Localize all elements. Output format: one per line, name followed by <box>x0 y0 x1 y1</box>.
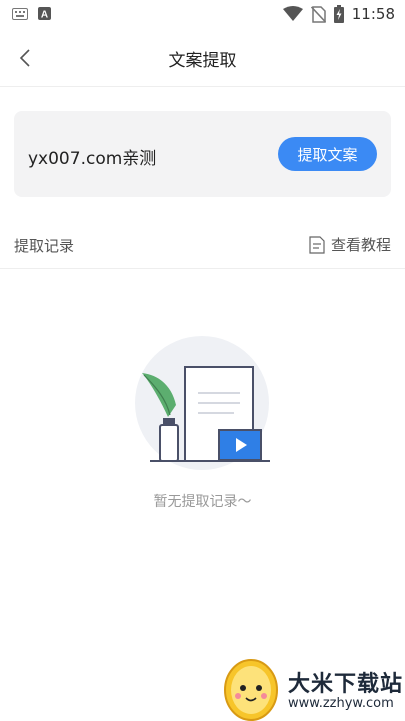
status-bar: A 11:58 <box>0 0 405 30</box>
empty-records-illustration <box>135 336 270 470</box>
no-sim-icon <box>310 5 326 23</box>
watermark-title: 大米下载站 <box>288 672 404 697</box>
keyboard-icon <box>12 7 28 20</box>
screen: A 11:58 文案提取 yx007.com亲测 提取文案 提取记录 查看教程 … <box>0 0 405 721</box>
status-time: 11:58 <box>351 5 395 23</box>
view-tutorial-label: 查看教程 <box>330 236 391 254</box>
extract-copy-button[interactable]: 提取文案 <box>278 137 377 171</box>
svg-text:A: A <box>41 10 48 21</box>
watermark-url: www.zzhyw.com <box>288 696 394 711</box>
egg-mascot-logo <box>224 659 278 721</box>
site-watermark: 大米下载站 www.zzhyw.com <box>218 650 403 721</box>
wifi-icon <box>282 6 303 21</box>
link-input[interactable]: yx007.com亲测 <box>28 144 156 169</box>
document-icon <box>309 235 325 254</box>
header-bar: 文案提取 <box>0 30 405 87</box>
page-title: 文案提取 <box>168 51 237 71</box>
records-title: 提取记录 <box>14 237 75 255</box>
battery-charging-icon <box>333 5 344 23</box>
link-input-card: yx007.com亲测 提取文案 <box>14 111 391 197</box>
a-box-icon: A <box>38 7 51 20</box>
view-tutorial-link[interactable]: 查看教程 <box>309 234 391 255</box>
records-header: 提取记录 查看教程 <box>0 222 405 269</box>
empty-records-message: 暂无提取记录～ <box>153 494 252 510</box>
